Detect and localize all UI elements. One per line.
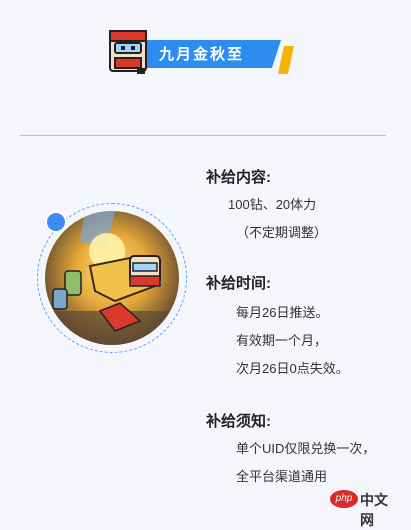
divider bbox=[20, 135, 386, 136]
site-logo: php 中文网 bbox=[330, 490, 400, 528]
notice-line: 全平台渠道通用 bbox=[236, 469, 328, 484]
banner-title: 九月金秋至 bbox=[159, 46, 245, 63]
notice-line: 单个UID仅限兑换一次， bbox=[236, 441, 376, 456]
title-banner: 九月金秋至 bbox=[107, 28, 294, 76]
section-heading-content: 补给内容: bbox=[206, 169, 271, 186]
section-heading-time: 补给时间: bbox=[206, 275, 271, 292]
game-art-image bbox=[45, 211, 179, 345]
logo-php-badge: php bbox=[330, 490, 358, 508]
time-line: 次月26日0点失效。 bbox=[236, 361, 349, 376]
time-line: 每月26日推送。 bbox=[236, 305, 329, 320]
banner-accent-stripe bbox=[278, 46, 294, 74]
content-line: 100钻、20体力 bbox=[228, 197, 317, 212]
avatar bbox=[37, 203, 189, 355]
section-heading-notice: 补给须知: bbox=[206, 413, 271, 430]
time-line: 有效期一个月， bbox=[236, 333, 328, 348]
avatar-badge-dot bbox=[45, 211, 67, 233]
logo-site-name: 中文网 bbox=[360, 492, 388, 528]
mascot-icon bbox=[109, 30, 147, 74]
game-art-illustration bbox=[45, 211, 179, 345]
content-line: （不定期调整） bbox=[236, 225, 328, 240]
